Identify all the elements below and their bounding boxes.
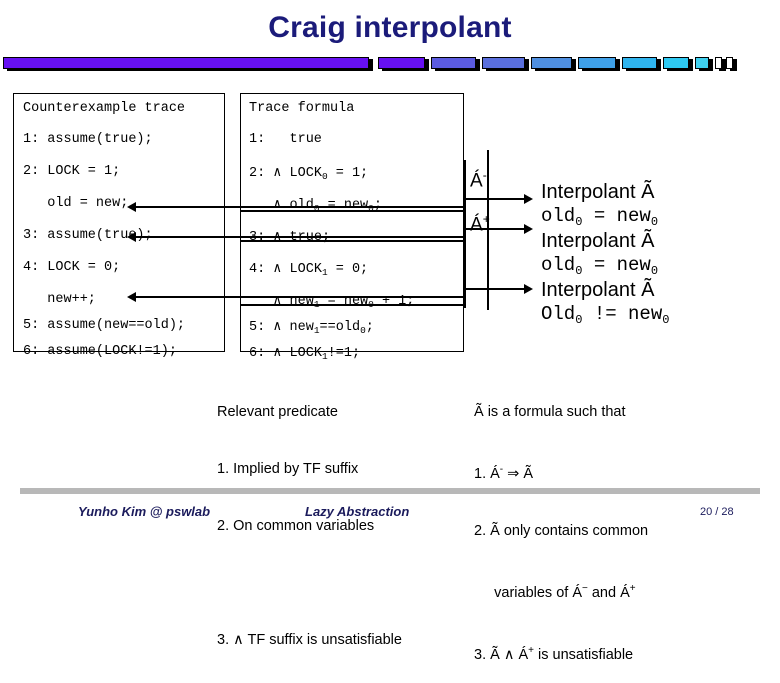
- trace-line-6: new++;: [23, 292, 96, 307]
- note-spacer: [217, 574, 402, 593]
- arrow-head-3: [127, 292, 136, 302]
- trace-line-7: 5: assume(new==old);: [23, 318, 186, 333]
- arrow-line-4: [464, 198, 524, 200]
- footer-divider: [20, 488, 760, 494]
- arrow-line-1: [136, 206, 466, 208]
- formula-divider-2: [240, 240, 465, 242]
- formula-line-8: 6: ∧ LOCK1!=1;: [249, 346, 361, 362]
- formula-divider-3: [240, 304, 465, 306]
- formula-line-2: 2: ∧ LOCK0 = 1;: [249, 166, 369, 182]
- decorative-segment: [715, 57, 722, 69]
- footer-author: Yunho Kim @ pswlab: [78, 504, 211, 519]
- arrow-line-5: [464, 228, 524, 230]
- interpolant-heading-1: Interpolant Ã: [541, 181, 655, 203]
- decorative-segment: [726, 57, 733, 69]
- decorative-segment: [431, 57, 476, 69]
- formula-line-1: 1: true: [249, 132, 322, 147]
- arrow-head-1: [127, 202, 136, 212]
- interpolant-definition-item-1: 1. Á- ⇒ Ã: [474, 464, 534, 482]
- formula-line-6: ∧ new1 = new0 + 1;: [249, 294, 415, 310]
- arrow-line-2: [136, 236, 466, 238]
- trace-title: Counterexample trace: [23, 101, 186, 116]
- relevant-predicate-title: Relevant predicate: [217, 404, 338, 420]
- a-minus-label: Á-: [470, 168, 487, 192]
- interpolant-definition-item-2b: variables of Á− and Á+: [474, 582, 636, 601]
- trace-line-3: old = new;: [23, 196, 129, 211]
- decorative-segment-bar: [3, 55, 777, 73]
- decorative-segment: [578, 57, 616, 69]
- relevant-predicate-item-2: 2. On common variables: [217, 518, 375, 534]
- formula-title: Trace formula: [249, 101, 355, 116]
- interpolant-heading-3: Interpolant Ã: [541, 279, 655, 301]
- relevant-predicate-item-1: 1. Implied by TF suffix: [217, 461, 359, 477]
- a-plus-label: Á+: [470, 212, 490, 236]
- trace-line-2: 2: LOCK = 1;: [23, 164, 121, 179]
- decorative-segment: [663, 57, 689, 69]
- arrow-line-6: [464, 288, 524, 290]
- interpolant-definition-item-3: 3. Ã ∧ Á+ is unsatisfiable: [474, 644, 634, 663]
- arrow-line-3: [136, 296, 466, 298]
- arrow-head-5: [524, 224, 533, 234]
- formula-line-7: 5: ∧ new1==old0;: [249, 320, 374, 336]
- interpolant-definition-item-2: 2. Ã only contains common: [474, 522, 649, 539]
- decorative-segment: [622, 57, 657, 69]
- arrow-head-6: [524, 284, 533, 294]
- arrow-head-4: [524, 194, 533, 204]
- decorative-segment: [378, 57, 425, 69]
- decorative-segment: [3, 57, 369, 69]
- interpolant-block: Interpolant Ã old0 = new0 Interpolant Ã …: [541, 181, 669, 328]
- trace-line-8: 6: assume(LOCK!=1);: [23, 344, 177, 359]
- formula-divider-1: [240, 210, 465, 212]
- footer-topic: Lazy Abstraction: [305, 504, 410, 519]
- footer-page-number: 20 / 28: [700, 506, 734, 518]
- page-title: Craig interpolant: [268, 11, 512, 44]
- formula-line-5: 4: ∧ LOCK1 = 0;: [249, 262, 369, 278]
- decorative-segment: [531, 57, 572, 69]
- interpolant-definition-note: Ã is a formula such that 1. Á- ⇒ Ã 2. Ã …: [474, 365, 648, 683]
- interpolant-expression-1: old0 = new0: [541, 205, 659, 229]
- interpolant-heading-2: Interpolant Ã: [541, 230, 655, 252]
- trace-line-5: 4: LOCK = 0;: [23, 260, 121, 275]
- decorative-segment: [482, 57, 525, 69]
- interpolant-expression-3: Old0 != new0: [541, 303, 670, 327]
- interpolant-expression-2: old0 = new0: [541, 254, 659, 278]
- arrow-head-2: [127, 232, 136, 242]
- relevant-predicate-item-3: 3. ∧ TF suffix is unsatisfiable: [217, 632, 402, 648]
- interpolant-definition-title: Ã is a formula such that: [474, 404, 626, 420]
- bracket-line-inner: [464, 160, 466, 308]
- trace-line-1: 1: assume(true);: [23, 132, 153, 147]
- decorative-segment: [695, 57, 709, 69]
